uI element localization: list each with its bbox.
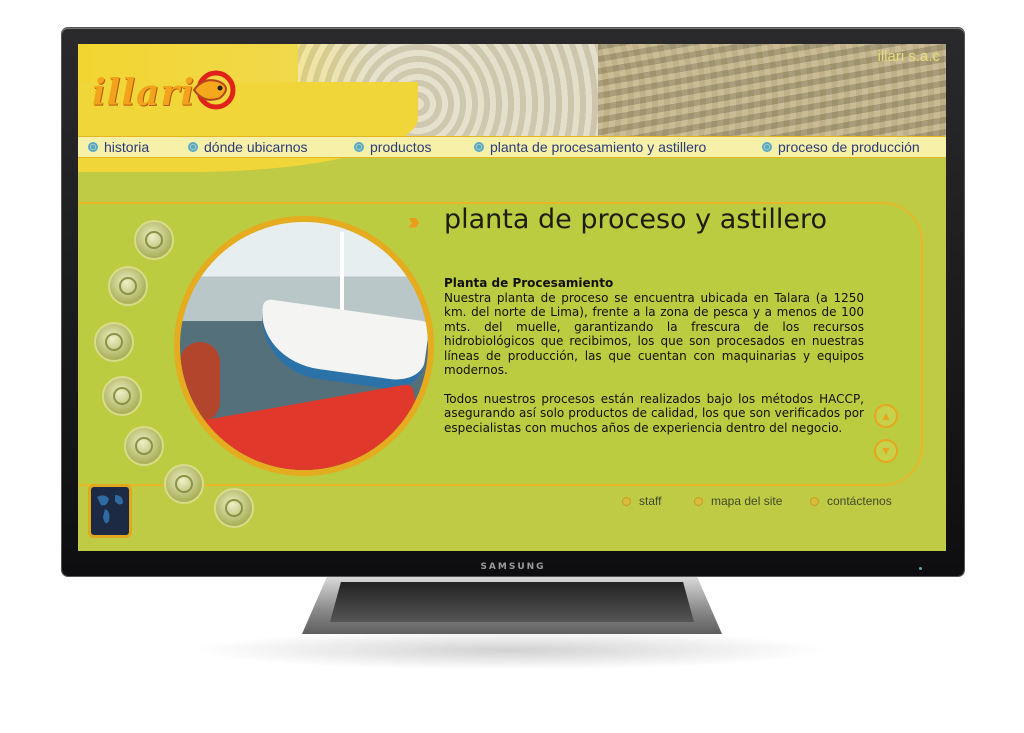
footer-link-staff[interactable]: staff — [622, 494, 661, 508]
company-name: illari s.a.c — [877, 48, 940, 65]
nav-bullet-icon — [354, 142, 364, 152]
website-screen: illari illari s.a.c historia dónde ubica… — [78, 44, 946, 551]
nav-item-label: historia — [104, 139, 150, 155]
site-logo[interactable]: illari — [92, 72, 195, 114]
monitor-base-shadow — [190, 630, 830, 670]
nav-item-label: dónde ubicarnos — [204, 139, 308, 155]
nav-bullet-icon — [762, 142, 772, 152]
monitor-brand: SAMSUNG — [480, 562, 546, 572]
monitor-stand-inner — [330, 582, 694, 622]
photo-boat — [253, 298, 428, 394]
nav-bullet-icon — [188, 142, 198, 152]
footer-link-label: contáctenos — [827, 494, 892, 508]
footer-link-label: staff — [639, 494, 662, 508]
site-header: illari illari s.a.c — [78, 44, 946, 172]
nav-item-label: planta de procesamiento y astillero — [490, 139, 707, 155]
footer-link-contactenos[interactable]: contáctenos — [810, 494, 892, 508]
nav-item-proceso[interactable]: proceso de producción — [762, 138, 920, 156]
section-subheading: Planta de Procesamiento — [444, 276, 614, 290]
scroll-down-button[interactable]: ▼ — [874, 439, 898, 463]
scroll-up-button[interactable]: ▲ — [874, 404, 898, 428]
gallery-thumb[interactable] — [108, 266, 148, 306]
gallery-thumb[interactable] — [94, 322, 134, 362]
footer-bullet-icon — [810, 496, 819, 506]
gallery-thumb[interactable] — [102, 376, 142, 416]
paragraph: Todos nuestros procesos están realizados… — [444, 391, 864, 435]
main-content: Planta de Procesamiento Nuestra planta d… — [444, 276, 864, 449]
heading-arrow-icon: ››› — [408, 208, 420, 235]
paragraph: Nuestra planta de proceso se encuentra u… — [444, 290, 864, 378]
nav-item-label: proceso de producción — [778, 139, 920, 155]
nav-bullet-icon — [88, 142, 98, 152]
fish-logo-icon — [192, 70, 236, 110]
gallery-thumb[interactable] — [124, 426, 164, 466]
chevron-up-icon: ▲ — [880, 409, 892, 423]
nav-item-label: productos — [370, 139, 432, 155]
power-led — [919, 567, 922, 570]
world-map-button[interactable] — [88, 484, 132, 538]
gallery-thumb[interactable] — [214, 488, 254, 528]
photo-fisherman — [180, 342, 220, 422]
nav-item-productos[interactable]: productos — [354, 138, 431, 156]
page-title: planta de proceso y astillero — [444, 204, 828, 235]
footer-link-label: mapa del site — [711, 494, 783, 508]
footer-bullet-icon — [694, 496, 703, 506]
footer-bullet-icon — [622, 496, 631, 506]
world-map-icon — [97, 495, 123, 524]
nav-item-historia[interactable]: historia — [88, 138, 149, 156]
nav-bullet-icon — [474, 142, 484, 152]
boat-photo — [174, 216, 434, 476]
gallery-thumb[interactable] — [134, 220, 174, 260]
nav-item-donde-ubicarnos[interactable]: dónde ubicarnos — [188, 138, 308, 156]
footer-link-mapa[interactable]: mapa del site — [694, 494, 782, 508]
gallery-thumb[interactable] — [164, 464, 204, 504]
nav-item-planta[interactable]: planta de procesamiento y astillero — [474, 138, 706, 156]
chevron-down-icon: ▼ — [880, 444, 892, 458]
main-navigation: historia dónde ubicarnos productos plant… — [78, 136, 946, 158]
